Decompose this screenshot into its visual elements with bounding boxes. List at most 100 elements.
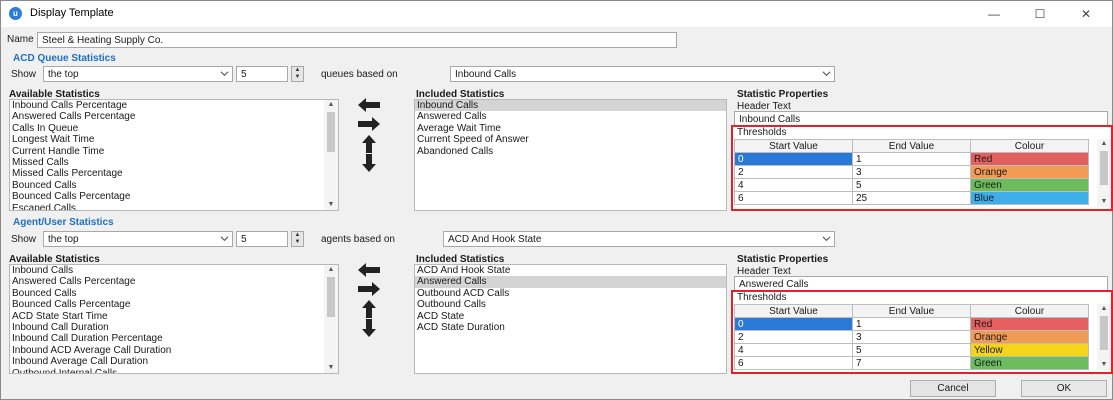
list-item[interactable]: Inbound ACD Average Call Duration [10, 345, 338, 356]
scroll-thumb[interactable] [327, 112, 335, 152]
move-up-arrow-icon[interactable] [362, 300, 376, 318]
scroll-down-icon[interactable]: ▼ [1097, 197, 1111, 207]
list-item[interactable]: Longest Wait Time [10, 134, 338, 145]
threshold-start-cell[interactable]: 2 [734, 330, 853, 344]
agent-based-on-select[interactable]: ACD And Hook State [443, 231, 835, 247]
list-item[interactable]: Bounced Calls Percentage [10, 191, 338, 202]
list-item[interactable]: Calls In Queue [10, 123, 338, 134]
list-item[interactable]: Answered Calls Percentage [10, 276, 338, 287]
acd-count-spinner[interactable]: ▲ ▼ [291, 66, 304, 82]
threshold-row[interactable]: 2 3 Orange [734, 165, 1089, 179]
list-item[interactable]: ACD State [415, 311, 726, 322]
acd-count-input[interactable]: 5 [236, 66, 288, 82]
threshold-start-cell[interactable]: 4 [734, 178, 853, 192]
list-item[interactable]: Inbound Call Duration [10, 322, 338, 333]
threshold-end-cell[interactable]: 3 [852, 330, 971, 344]
list-item[interactable]: Abandoned Calls [415, 146, 726, 157]
threshold-colour-cell[interactable]: Orange [970, 165, 1089, 179]
list-item[interactable]: ACD State Start Time [10, 311, 338, 322]
acd-thresholds-table[interactable]: Start Value End Value Colour 0 1 Red 2 3 Oran… [734, 139, 1089, 205]
scroll-down-icon[interactable]: ▼ [324, 200, 338, 210]
scroll-up-icon[interactable]: ▲ [1097, 304, 1111, 314]
threshold-row[interactable]: 0 1 Red [734, 317, 1089, 331]
move-right-arrow-icon[interactable] [358, 117, 380, 131]
list-item[interactable]: Current Speed of Answer [415, 134, 726, 145]
list-item[interactable]: Answered Calls Percentage [10, 111, 338, 122]
ok-button[interactable]: OK [1021, 380, 1107, 397]
threshold-start-cell[interactable]: 2 [734, 165, 853, 179]
move-down-arrow-icon[interactable] [362, 154, 376, 172]
threshold-row[interactable]: 2 3 Orange [734, 330, 1089, 344]
list-item[interactable]: Inbound Calls Percentage [10, 100, 338, 111]
threshold-end-cell[interactable]: 25 [852, 191, 971, 205]
threshold-end-cell[interactable]: 3 [852, 165, 971, 179]
acd-available-scrollbar[interactable]: ▲ ▼ [324, 100, 338, 210]
list-item[interactable]: Current Handle Time [10, 146, 338, 157]
agent-available-list[interactable]: Inbound Calls Answered Calls Percentage Bo… [9, 264, 339, 374]
threshold-colour-cell[interactable]: Green [970, 356, 1089, 370]
threshold-start-cell[interactable]: 6 [734, 356, 853, 370]
threshold-colour-cell[interactable]: Red [970, 152, 1089, 166]
threshold-start-cell[interactable]: 6 [734, 191, 853, 205]
list-item[interactable]: Inbound Calls [10, 265, 338, 276]
move-up-arrow-icon[interactable] [362, 135, 376, 153]
list-item[interactable]: Missed Calls [10, 157, 338, 168]
agent-included-list[interactable]: ACD And Hook State Answered Calls Outbound… [414, 264, 727, 374]
scroll-up-icon[interactable]: ▲ [1097, 139, 1111, 149]
threshold-end-cell[interactable]: 1 [852, 152, 971, 166]
acd-included-list[interactable]: Inbound Calls Answered Calls Average Wait … [414, 99, 727, 211]
list-item[interactable]: Bounced Calls Percentage [10, 299, 338, 310]
move-left-arrow-icon[interactable] [358, 263, 380, 277]
threshold-colour-cell[interactable]: Green [970, 178, 1089, 192]
threshold-colour-cell[interactable]: Blue [970, 191, 1089, 205]
acd-available-list[interactable]: Inbound Calls Percentage Answered Calls P… [9, 99, 339, 211]
threshold-row[interactable]: 4 5 Green [734, 178, 1089, 192]
agent-thresholds-scrollbar[interactable]: ▲ ▼ [1097, 304, 1111, 370]
acd-thresholds-scrollbar[interactable]: ▲ ▼ [1097, 139, 1111, 207]
threshold-start-cell[interactable]: 4 [734, 343, 853, 357]
move-left-arrow-icon[interactable] [358, 98, 380, 112]
move-down-arrow-icon[interactable] [362, 319, 376, 337]
threshold-start-cell[interactable]: 0 [734, 317, 853, 331]
list-item[interactable]: Inbound Calls [415, 100, 726, 112]
minimize-icon[interactable]: — [971, 1, 1017, 27]
maximize-icon[interactable]: ☐ [1017, 1, 1063, 27]
list-item[interactable]: Bounced Calls [10, 288, 338, 299]
scroll-down-icon[interactable]: ▼ [324, 363, 338, 373]
close-icon[interactable]: ✕ [1063, 1, 1109, 27]
threshold-end-cell[interactable]: 5 [852, 178, 971, 192]
threshold-row[interactable]: 0 1 Red [734, 152, 1089, 166]
list-item[interactable]: Bounced Calls [10, 180, 338, 191]
acd-based-on-select[interactable]: Inbound Calls [450, 66, 835, 82]
scroll-up-icon[interactable]: ▲ [324, 265, 338, 275]
list-item[interactable]: Average Wait Time [415, 123, 726, 134]
agent-count-spinner[interactable]: ▲ ▼ [291, 231, 304, 247]
threshold-colour-cell[interactable]: Red [970, 317, 1089, 331]
list-item[interactable]: Inbound Average Call Duration [10, 356, 338, 367]
agent-count-input[interactable]: 5 [236, 231, 288, 247]
list-item[interactable]: Answered Calls [415, 111, 726, 122]
name-field[interactable]: Steel & Heating Supply Co. [37, 32, 677, 48]
list-item[interactable]: Missed Calls Percentage [10, 168, 338, 179]
agent-thresholds-table[interactable]: Start Value End Value Colour 0 1 Red 2 3 Oran… [734, 304, 1089, 370]
threshold-colour-cell[interactable]: Yellow [970, 343, 1089, 357]
agent-show-select[interactable]: the top [43, 231, 233, 247]
list-item[interactable]: Outbound Internal Calls [10, 368, 338, 373]
acd-show-select[interactable]: the top [43, 66, 233, 82]
list-item[interactable]: Outbound ACD Calls [415, 288, 726, 299]
agent-available-scrollbar[interactable]: ▲ ▼ [324, 265, 338, 373]
threshold-start-cell[interactable]: 0 [734, 152, 853, 166]
threshold-end-cell[interactable]: 7 [852, 356, 971, 370]
move-right-arrow-icon[interactable] [358, 282, 380, 296]
list-item[interactable]: Escaped Calls [10, 203, 338, 210]
threshold-colour-cell[interactable]: Orange [970, 330, 1089, 344]
scroll-down-icon[interactable]: ▼ [1097, 360, 1111, 370]
threshold-end-cell[interactable]: 5 [852, 343, 971, 357]
threshold-end-cell[interactable]: 1 [852, 317, 971, 331]
list-item[interactable]: ACD State Duration [415, 322, 726, 333]
list-item[interactable]: ACD And Hook State [415, 265, 726, 276]
scroll-thumb[interactable] [327, 277, 335, 317]
list-item[interactable]: Answered Calls [415, 276, 726, 288]
list-item[interactable]: Outbound Calls [415, 299, 726, 310]
list-item[interactable]: Inbound Call Duration Percentage [10, 333, 338, 344]
